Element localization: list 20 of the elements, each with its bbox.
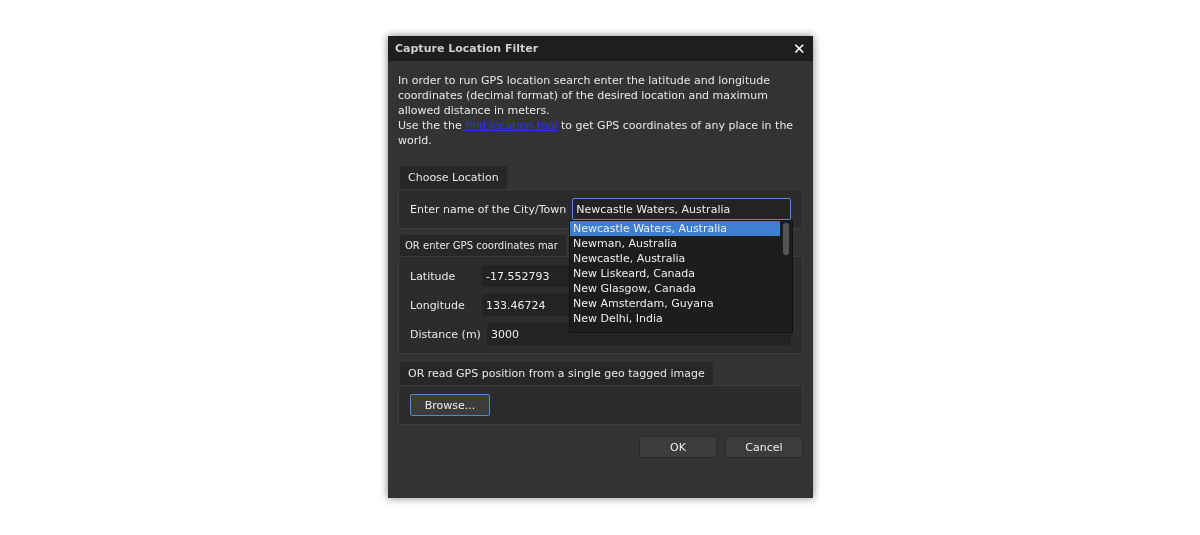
field-label: Latitude — [410, 269, 457, 283]
window-title: Capture Location Filter — [395, 42, 539, 55]
suggestion-item[interactable]: Newman, Australia — [570, 236, 780, 251]
city-input-field[interactable]: Newcastle Waters, Australia — [572, 198, 791, 220]
suggestion-item[interactable]: Newcastle, Australia — [570, 251, 780, 266]
suggestion-item[interactable]: Newcastle Waters, Australia — [570, 221, 780, 236]
close-button[interactable]: ✕ — [793, 39, 806, 58]
suggestion-item[interactable]: New Amsterdam, Guyana — [570, 296, 780, 311]
field-label: Distance (m) — [410, 327, 481, 341]
suggestion-item[interactable]: New Glasgow, Canada — [570, 281, 780, 296]
browse-button[interactable]: Browse... — [410, 394, 490, 416]
field-label: Enter name of the City/Town — [410, 202, 567, 216]
dialog-button[interactable]: OK — [639, 436, 717, 458]
suggestion-item[interactable]: New Liskeard, Canada — [570, 266, 780, 281]
dialog-button[interactable]: Cancel — [725, 436, 803, 458]
field-label: Longitude — [410, 298, 466, 312]
instructions-text: In order to run GPS location search enter the latitude and longitude coordinates (decimal format) of the desired location and maximum allowed distance in meters. — [398, 73, 771, 118]
suggestion-item[interactable]: New Delhi, India — [570, 311, 780, 326]
instructions-text: Use the the find location tool to get GPS coordinates of any place in the world. — [398, 118, 795, 148]
scrollbar-thumb[interactable] — [783, 223, 789, 255]
